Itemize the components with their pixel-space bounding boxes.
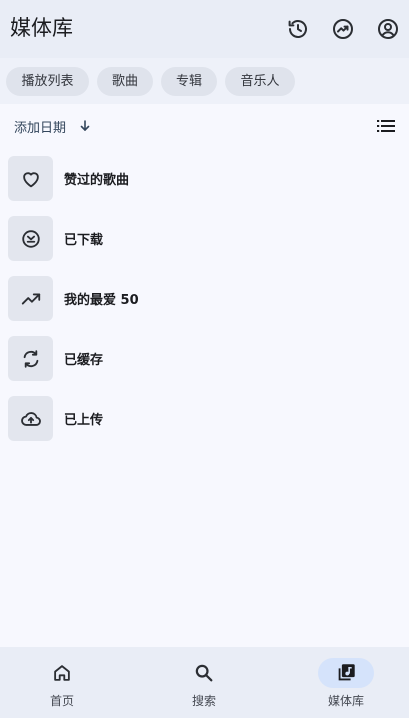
bottom-navigation: 首页 搜索 媒体库: [0, 647, 409, 718]
filter-chip-row: 播放列表 歌曲 专辑 音乐人: [0, 58, 409, 104]
nav-icon-container: [176, 658, 232, 688]
list-item-thumbnail: [8, 276, 53, 321]
cloud-upload-icon: [20, 411, 41, 426]
nav-label: 首页: [49, 694, 74, 708]
list-item-thumbnail: [8, 156, 53, 201]
sort-label: 添加日期: [14, 120, 67, 136]
search-icon: [195, 664, 213, 682]
trending-up-icon: [21, 293, 40, 304]
download-done-icon: [21, 229, 40, 248]
list-item-downloaded[interactable]: 已下载: [0, 214, 409, 264]
trending-icon[interactable]: [331, 17, 355, 41]
nav-home[interactable]: 首页: [12, 647, 112, 718]
account-icon[interactable]: [376, 17, 400, 41]
nav-icon-container: [34, 658, 90, 688]
chip-songs[interactable]: 歌曲: [97, 67, 153, 96]
list-item-label: 已上传: [64, 413, 104, 428]
sync-icon: [23, 349, 38, 368]
list-view-icon[interactable]: [376, 118, 396, 134]
list-item-label: 已缓存: [64, 353, 104, 368]
nav-icon-container: [318, 658, 374, 688]
nav-library[interactable]: 媒体库: [296, 647, 396, 718]
chip-albums[interactable]: 专辑: [161, 67, 217, 96]
list-item-top-50[interactable]: 我的最爱 50: [0, 274, 409, 324]
heart-outline-icon: [22, 171, 39, 187]
list-item-liked-songs[interactable]: 赞过的歌曲: [0, 154, 409, 204]
list-item-thumbnail: [8, 216, 53, 261]
nav-search[interactable]: 搜索: [154, 647, 254, 718]
list-item-label: 已下载: [64, 233, 104, 248]
list-item-thumbnail: [8, 336, 53, 381]
library-music-icon: [338, 664, 355, 681]
history-icon[interactable]: [286, 17, 310, 41]
nav-label: 搜索: [191, 694, 216, 708]
home-icon: [54, 665, 70, 681]
list-item-thumbnail: [8, 396, 53, 441]
list-item-label: 赞过的歌曲: [64, 173, 130, 188]
page-title: 媒体库: [10, 16, 73, 40]
chip-playlists[interactable]: 播放列表: [6, 67, 89, 96]
list-item-label: 我的最爱 50: [64, 293, 139, 308]
nav-label: 媒体库: [327, 694, 364, 708]
list-item-uploaded[interactable]: 已上传: [0, 394, 409, 444]
list-item-cached[interactable]: 已缓存: [0, 334, 409, 384]
chip-artists[interactable]: 音乐人: [225, 67, 295, 96]
arrow-down-icon: [80, 120, 90, 131]
top-app-bar: 媒体库: [0, 0, 409, 58]
sort-button[interactable]: 添加日期: [14, 116, 92, 136]
